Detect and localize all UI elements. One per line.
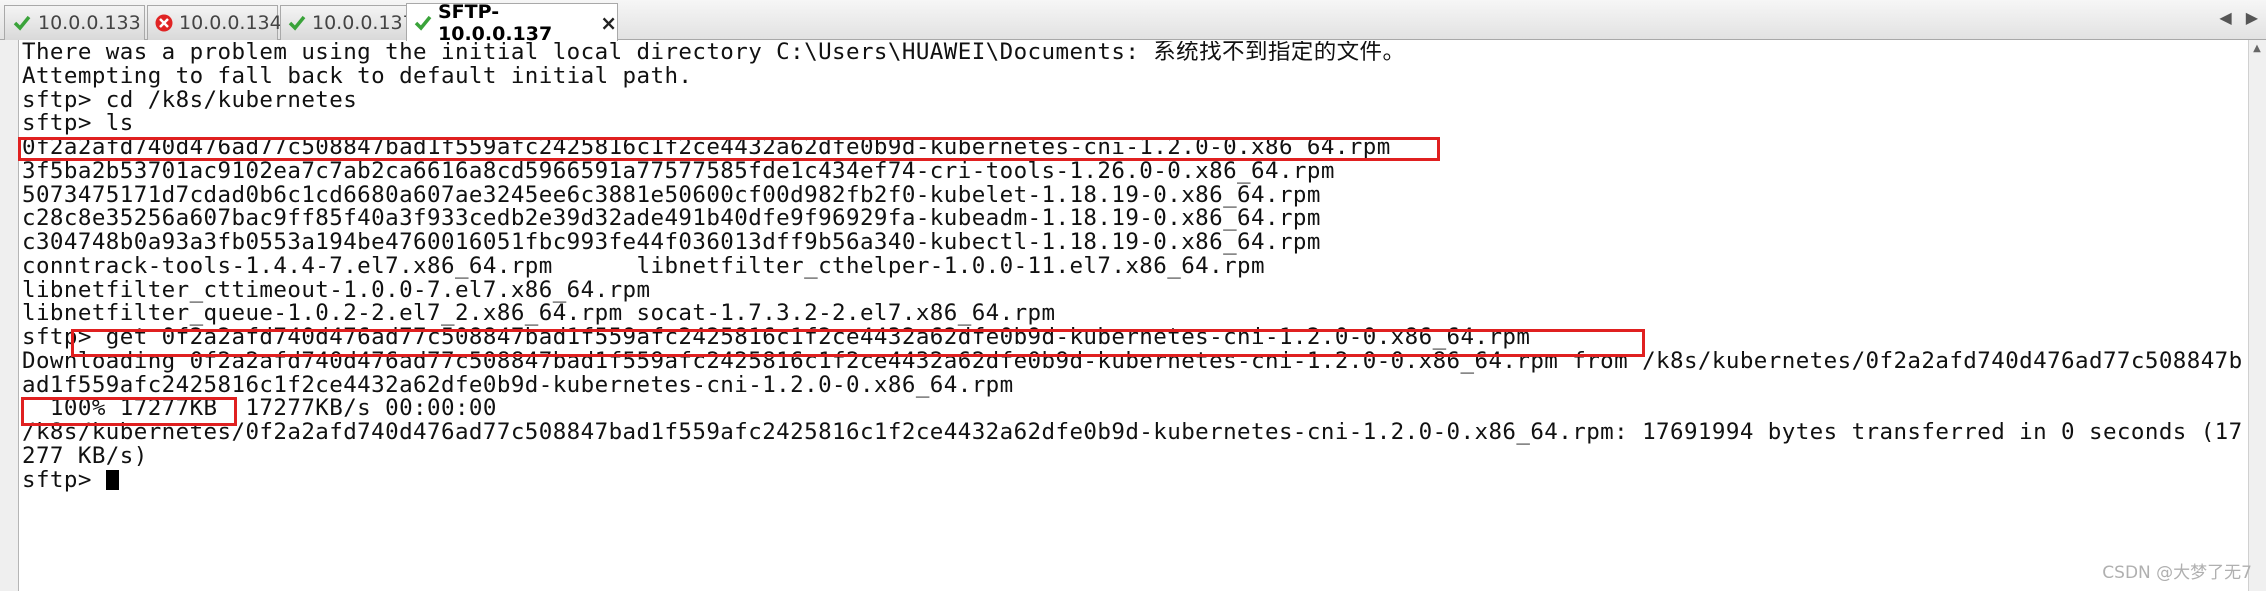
tab-scroll-right-icon[interactable]: ▶ (2246, 8, 2258, 27)
tab-session-3[interactable]: 10.0.0.137 (280, 5, 415, 40)
tab-label: 10.0.0.134 (179, 12, 282, 34)
tab-session-1[interactable]: 10.0.0.133 (4, 5, 145, 40)
scroll-up-arrow-icon[interactable]: ▲ (2248, 40, 2266, 58)
tab-scroll-controls: ◀ ▶ (2219, 8, 2258, 27)
terminal-line: c304748b0a93a3fb0553a194be4760016051fbc9… (22, 229, 1321, 255)
tab-session-2[interactable]: 10.0.0.134 (147, 5, 282, 40)
terminal-gutter (0, 40, 19, 591)
tab-label: SFTP-10.0.0.137 (438, 0, 553, 45)
terminal-line: There was a problem using the initial lo… (22, 41, 1406, 65)
terminal-line: libnetfilter_queue-1.0.2-2.el7_2.x86_64.… (22, 300, 1056, 327)
error-icon (154, 12, 174, 34)
tab-label: 10.0.0.133 (38, 12, 141, 34)
tab-label: 10.0.0.137 (312, 12, 415, 34)
terminal-line: c28c8e35256a607bac9ff85f40a3f933cedb2e39… (22, 205, 1321, 232)
watermark-text: CSDN @大梦了无7 (2102, 563, 2252, 583)
tab-bar: 10.0.0.133 10.0.0.134 10.0.0.137 SFTP-10… (0, 0, 2266, 45)
highlight-box-progress (21, 397, 237, 426)
tab-sftp-active[interactable]: SFTP-10.0.0.137 × (406, 1, 618, 45)
terminal-line: ad1f559afc2425816c1f2ce4432a62dfe0b9d-ku… (22, 371, 1014, 398)
terminal-line: 3f5ba2b53701ac9102ea7c7ab2ca6616a8cd5966… (22, 157, 1335, 184)
checkmark-icon (413, 12, 433, 34)
checkmark-icon (287, 12, 307, 34)
terminal-line: /k8s/kubernetes/0f2a2afd740d476ad77c5088… (22, 419, 2243, 445)
terminal-line: conntrack-tools-1.4.4-7.el7.x86_64.rpm l… (22, 252, 1265, 279)
terminal-line: sftp> ls (22, 110, 134, 137)
highlight-box-get-command (71, 329, 1645, 357)
terminal-line: 277 KB/s) (22, 442, 148, 469)
terminal-prompt-line: sftp> (22, 466, 2254, 493)
tab-scroll-left-icon[interactable]: ◀ (2219, 8, 2231, 27)
terminal-line: sftp> cd /k8s/kubernetes (22, 86, 358, 113)
text-cursor (105, 470, 119, 490)
terminal-prompt: sftp> (22, 466, 106, 493)
terminal-line: Attempting to fall back to default initi… (22, 62, 693, 89)
terminal-line: 5073475171d7cdad0b6c1cd6680a607ae3245ee6… (22, 181, 1321, 208)
close-tab-icon[interactable]: × (600, 11, 617, 35)
vertical-scrollbar[interactable] (2248, 40, 2266, 591)
checkmark-icon (11, 12, 33, 34)
terminal-output[interactable]: There was a problem using the initial lo… (22, 41, 2254, 591)
terminal-line: libnetfilter_cttimeout-1.0.0-7.el7.x86_6… (22, 276, 651, 303)
highlight-box-ls-file (18, 137, 1440, 161)
terminal-line: 100% 17277KB 17277KB/s 00:00:00 (22, 395, 497, 422)
